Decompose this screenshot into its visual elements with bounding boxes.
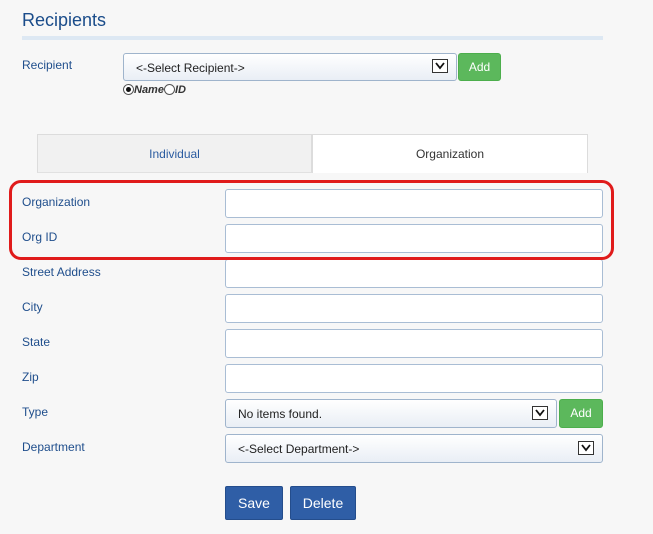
tab-organization[interactable]: Organization	[312, 134, 588, 173]
title-divider	[22, 36, 603, 40]
department-label: Department	[22, 440, 85, 454]
page-title: Recipients	[22, 10, 107, 30]
state-label: State	[22, 335, 51, 349]
radio-name-label: Name	[134, 84, 164, 96]
street-address-label: Street Address	[22, 265, 101, 279]
recipient-label: Recipient	[22, 58, 73, 72]
chevron-down-icon	[578, 441, 594, 455]
state-field[interactable]	[225, 329, 603, 358]
city-field[interactable]	[225, 294, 603, 323]
tab-individual[interactable]: Individual	[37, 134, 312, 173]
department-select-value: <-Select Department->	[238, 442, 360, 456]
type-select-value: No items found.	[238, 407, 323, 421]
add-type-button[interactable]: Add	[559, 399, 603, 428]
recipient-select[interactable]: <-Select Recipient->	[123, 53, 457, 81]
zip-field[interactable]	[225, 364, 603, 393]
radio-id[interactable]	[163, 84, 175, 95]
recipient-select-value: <-Select Recipient->	[136, 61, 245, 75]
radio-id-label: ID	[174, 84, 186, 96]
department-select[interactable]: <-Select Department->	[225, 434, 603, 463]
recipient-search-mode: Name ID	[123, 84, 186, 96]
add-recipient-button[interactable]: Add	[458, 53, 501, 81]
zip-label: Zip	[22, 370, 39, 384]
type-select[interactable]: No items found.	[225, 399, 557, 428]
highlight-callout	[9, 180, 614, 260]
radio-name[interactable]	[123, 84, 134, 95]
city-label: City	[22, 300, 43, 314]
save-button[interactable]: Save	[225, 486, 283, 520]
street-address-field[interactable]	[225, 259, 603, 288]
delete-button[interactable]: Delete	[290, 486, 356, 520]
chevron-down-icon	[532, 406, 548, 420]
type-label: Type	[22, 405, 49, 419]
chevron-down-icon	[432, 59, 448, 73]
